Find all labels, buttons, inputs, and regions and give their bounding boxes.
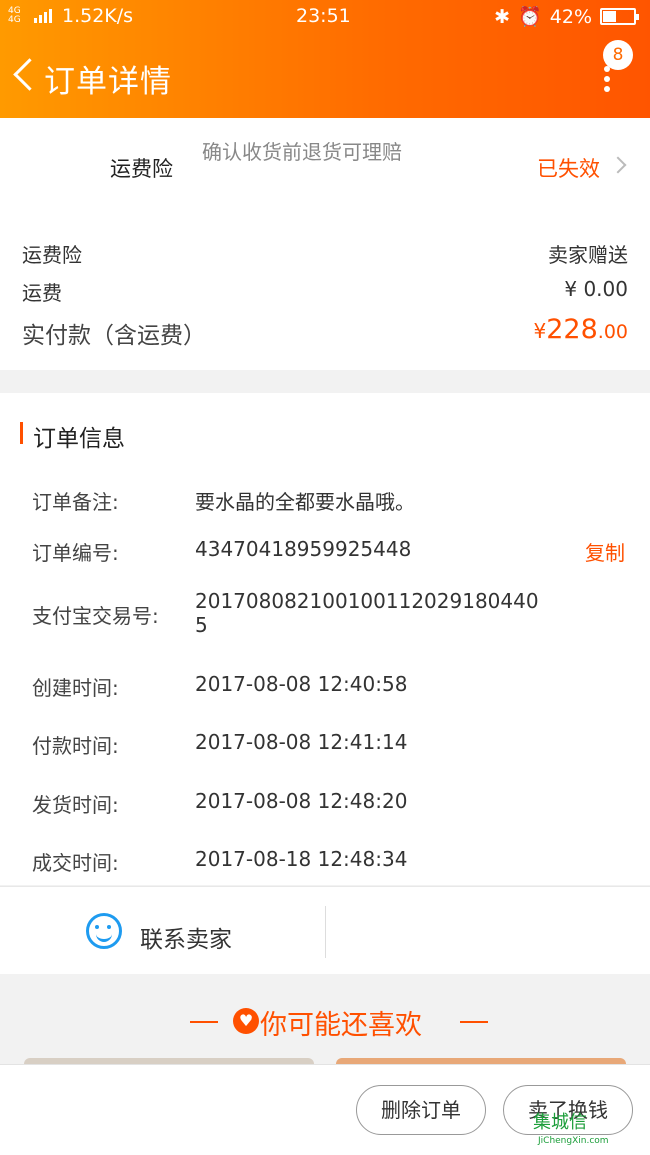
insurance-description: 确认收货前退货可理赔 [202,140,402,164]
recommend-title-text: 你可能还喜欢 [260,1010,422,1041]
order-info-title: 订单信息 [33,426,125,452]
shipping-label: 运费 [22,281,62,305]
contact-seller-button[interactable]: 联系卖家 [140,920,232,954]
clock: 23:51 [296,5,351,27]
insurance-label: 运费险 [110,157,173,181]
shipping-value: ¥ 0.00 [564,277,628,301]
order-number-value: 43470418959925448 [195,537,412,561]
paid-time-value: 2017-08-08 12:41:14 [195,730,408,754]
battery-percent: 42% [549,5,592,28]
created-time-key: 创建时间: [32,676,119,700]
signal-icon [34,9,52,23]
status-bar: 4G 4G 1.52K/s 23:51 ✱ ⏰ 42% [0,0,650,34]
network-speed: 1.52K/s [62,5,134,27]
alipay-key: 支付宝交易号: [32,604,159,628]
paid-integer: 228 [546,314,598,345]
watermark-logo: 集城信 [533,1112,587,1133]
recommend-title: 你可能还喜欢 [0,1003,650,1042]
alipay-value: 2017080821001001120291804405 [195,589,539,637]
currency-symbol: ¥ [533,319,547,343]
copy-button[interactable]: 复制 [585,537,625,566]
divider [325,906,326,958]
battery-icon [600,8,639,25]
chat-icon[interactable] [86,913,122,949]
remark-key: 订单备注: [32,490,119,514]
paid-time-key: 付款时间: [32,734,119,758]
decor-line-right [460,1021,488,1023]
bluetooth-icon: ✱ [494,5,511,28]
insurance-row-label: 运费险 [22,243,82,267]
page-title: 订单详情 [44,64,172,100]
shipped-time-value: 2017-08-08 12:48:20 [195,789,408,813]
paid-decimal: .00 [597,321,628,343]
insurance-status[interactable]: 已失效 [537,153,600,183]
back-button[interactable] [10,56,40,96]
section-accent-bar [20,422,23,444]
alarm-icon: ⏰ [518,6,542,28]
remark-value: 要水晶的全都要水晶哦。 [195,490,415,514]
order-number-key: 订单编号: [32,541,119,565]
insurance-row-value: 卖家赠送 [548,243,628,267]
paid-amount: ¥228.00 [534,314,629,345]
deal-time-value: 2017-08-18 12:48:34 [195,847,408,871]
deal-time-key: 成交时间: [32,851,119,875]
created-time-value: 2017-08-08 12:40:58 [195,672,408,696]
watermark-url: JiChengXin.com [538,1136,609,1146]
network-label: 4G 4G [8,6,21,25]
paid-label: 实付款（含运费） [22,323,206,349]
delete-order-button[interactable]: 删除订单 [356,1085,486,1135]
shipped-time-key: 发货时间: [32,793,119,817]
notification-badge: 8 [603,40,633,70]
